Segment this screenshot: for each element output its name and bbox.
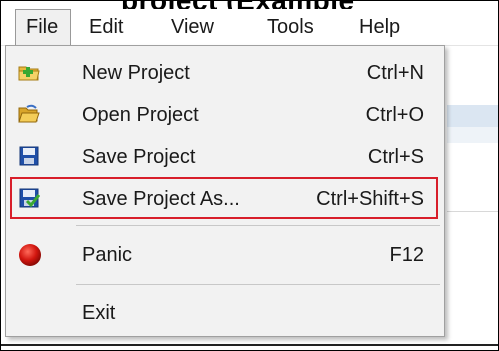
menu-item-label: Panic (82, 244, 133, 266)
menu-item-new-project[interactable]: New Project Ctrl+N (6, 52, 444, 94)
bottom-border (1, 344, 498, 346)
menu-item-shortcut: Ctrl+S (367, 146, 424, 168)
menu-bar: File Edit View Tools Help (1, 9, 498, 46)
screenshot-frame: project (Example File Edit View Tools He… (0, 0, 499, 351)
menu-item-label: Exit (82, 302, 116, 324)
menu-item-label: Open Project (82, 104, 199, 126)
menu-item-panic[interactable]: Panic F12 (6, 234, 444, 276)
menu-help[interactable]: Help (359, 9, 400, 45)
file-dropdown-menu: New Project Ctrl+N Open Project Ctrl+O S… (5, 45, 445, 337)
menu-separator (76, 225, 440, 226)
menu-tools[interactable]: Tools (267, 9, 314, 45)
red-circle-icon (18, 243, 41, 266)
menu-item-label: Save Project (82, 146, 196, 168)
menu-item-label: New Project (82, 62, 190, 84)
menu-item-shortcut: Ctrl+O (365, 104, 424, 126)
background-panel (447, 105, 498, 127)
menu-item-save-project[interactable]: Save Project Ctrl+S (6, 136, 444, 178)
menu-file[interactable]: File (15, 9, 71, 45)
menu-edit[interactable]: Edit (89, 9, 123, 45)
menu-item-open-project[interactable]: Open Project Ctrl+O (6, 94, 444, 136)
menu-view[interactable]: View (171, 9, 214, 45)
open-folder-icon (18, 103, 40, 125)
background-panel-row (447, 127, 498, 143)
menu-item-shortcut: Ctrl+N (366, 62, 424, 84)
menu-item-shortcut: F12 (389, 244, 424, 266)
menu-separator (76, 284, 440, 285)
menu-item-exit[interactable]: Exit (6, 292, 444, 334)
floppy-disk-icon (18, 145, 40, 167)
background-divider (447, 211, 498, 212)
new-project-folder-plus-icon (18, 61, 40, 83)
red-highlight-annotation (10, 177, 438, 219)
